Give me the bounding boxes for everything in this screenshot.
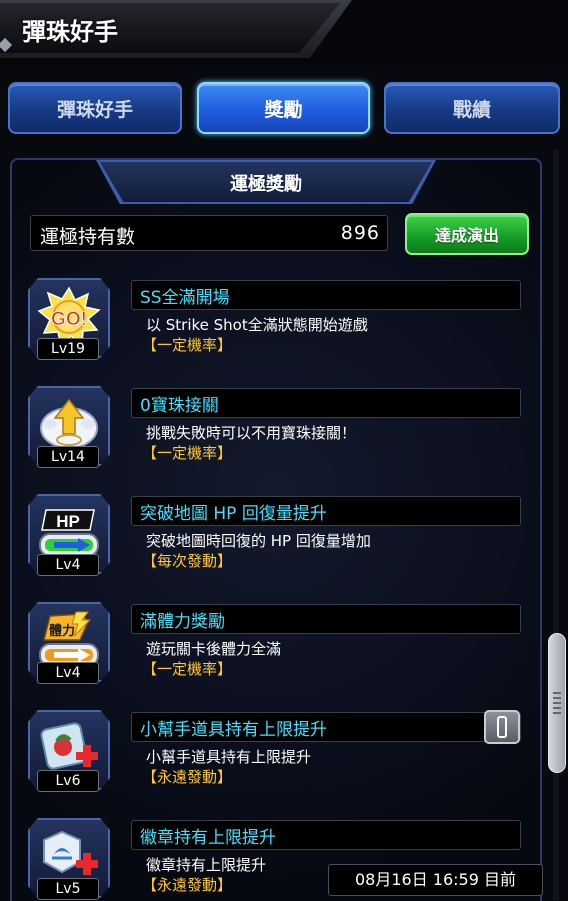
reward-rate: 【一定機率】: [142, 336, 233, 354]
level-badge: Lv14: [37, 446, 99, 468]
reward-rate: 【一定機率】: [142, 444, 233, 462]
luck-count-label: 運極持有數: [40, 226, 136, 248]
reward-description: 以 Strike Shot全滿狀態開始遊戲: [146, 316, 368, 334]
reward-name: 徽章持有上限提升: [140, 828, 276, 848]
achievement-show-button[interactable]: 達成演出: [405, 213, 529, 255]
reward-description: 挑戰失敗時可以不用寶珠接關！: [146, 424, 357, 442]
tab-records[interactable]: 戰績: [384, 82, 560, 134]
reward-name: 0寶珠接關: [140, 396, 219, 416]
reward-item[interactable]: GO! Lv19 SS全滿開場 以 Strike Shot全滿狀態開始遊戲 【一…: [0, 278, 568, 378]
level-badge: Lv6: [37, 770, 99, 792]
reward-item[interactable]: 體力 Lv4 滿體力獎勵 遊玩關卡後體力全滿 【一定機率】: [0, 602, 568, 702]
reward-item[interactable]: Lv6 小幫手道具持有上限提升 小幫手道具持有上限提升 【永遠發動】: [0, 710, 568, 810]
svg-text:HP: HP: [56, 512, 80, 531]
reward-description: 突破地圖時回復的 HP 回復量增加: [146, 532, 371, 550]
luck-count-value: 896: [340, 222, 380, 244]
level-badge: Lv4: [37, 554, 99, 576]
reward-name: SS全滿開場: [140, 288, 230, 308]
reward-description: 遊玩關卡後體力全滿: [146, 640, 282, 658]
info-icon: [497, 716, 507, 738]
tab-bar: 彈珠好手 獎勵 戰績: [8, 82, 560, 134]
reward-rate: 【永遠發動】: [142, 768, 233, 786]
tab-rewards[interactable]: 獎勵: [197, 82, 370, 134]
level-badge: Lv4: [37, 662, 99, 684]
section-title: 運極獎勵: [230, 174, 302, 195]
reward-rate: 【永遠發動】: [142, 876, 233, 894]
scrollbar-grip-icon: [553, 692, 561, 714]
svg-text:體力: 體力: [49, 623, 75, 638]
reward-description: 小幫手道具持有上限提升: [146, 748, 312, 766]
page-title: 彈珠好手: [22, 18, 118, 46]
reward-description: 徽章持有上限提升: [146, 856, 267, 874]
reward-item[interactable]: HP Lv4 突破地圖 HP 回復量提升 突破地圖時回復的 HP 回復量增加 【…: [0, 494, 568, 594]
reward-rate: 【一定機率】: [142, 660, 233, 678]
level-badge: Lv19: [37, 338, 99, 360]
title-bar: 彈珠好手: [0, 0, 568, 64]
svg-text:GO!: GO!: [51, 309, 87, 330]
reward-item[interactable]: Lv14 0寶珠接關 挑戰失敗時可以不用寶珠接關！ 【一定機率】: [0, 386, 568, 486]
reward-name: 小幫手道具持有上限提升: [140, 720, 327, 740]
info-button[interactable]: [484, 710, 520, 744]
current-datetime: 08月16日 16:59 目前: [328, 864, 543, 896]
reward-name: 突破地圖 HP 回復量提升: [140, 504, 327, 524]
tab-marble-master[interactable]: 彈珠好手: [8, 82, 182, 134]
level-badge: Lv5: [37, 878, 99, 900]
scrollbar-track[interactable]: [553, 150, 559, 900]
reward-name: 滿體力獎勵: [140, 612, 225, 632]
reward-rate: 【每次發動】: [142, 552, 233, 570]
